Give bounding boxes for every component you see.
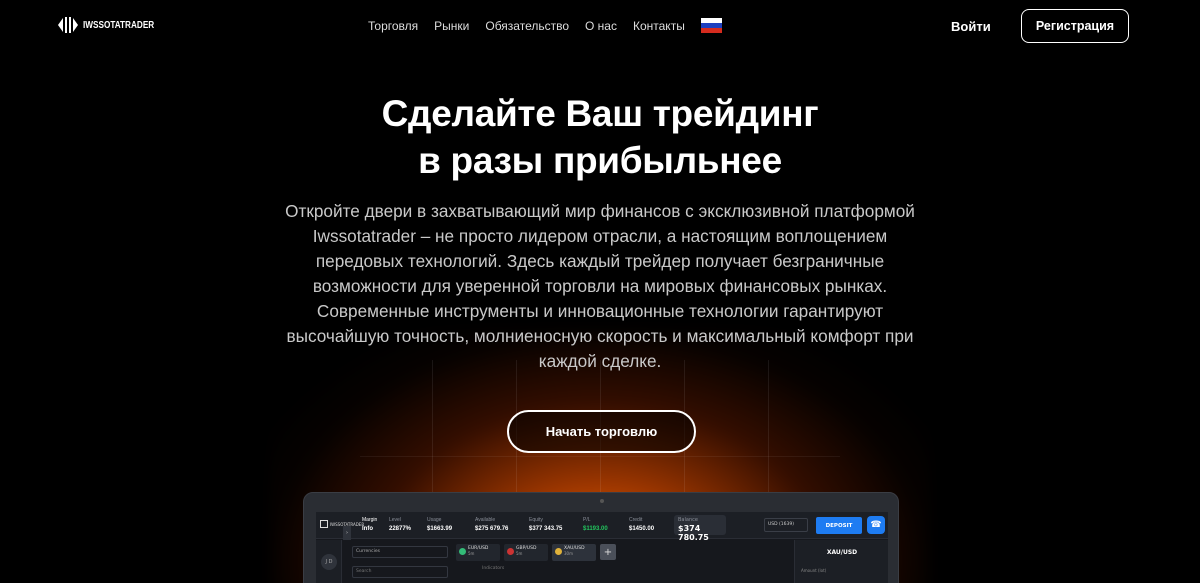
deposit-button[interactable]: DEPOSIT (816, 517, 862, 534)
headset-icon[interactable]: ☎ (867, 516, 885, 534)
platform-screen: IWSSOTATRADER Margin Info Level 22877% Usa… (316, 512, 888, 583)
chart-toolbar: Indicators (456, 566, 796, 576)
login-link[interactable]: Войти (951, 19, 991, 34)
tab-timeframe: 30m (564, 551, 573, 556)
hero-description: Откройте двери в захватывающий мир финан… (285, 201, 915, 371)
instrument-panel: Currencies Search (352, 546, 448, 583)
register-button[interactable]: Регистрация (1021, 9, 1129, 43)
stat-pl: P/L $1193.00 (583, 517, 608, 532)
hero-title-line1: Сделайте Ваш трейдинг (381, 93, 819, 134)
laptop-mockup: IWSSOTATRADER Margin Info Level 22877% Usa… (303, 492, 899, 583)
platform-sidebar: J D (316, 540, 342, 583)
amount-label: Amount (lot) (801, 568, 827, 573)
chart-tabs: EUR/USD 5m GBP/USD 5m XAU/USD 30m + (456, 544, 616, 561)
stat-label: Credit (629, 517, 643, 523)
instrument-search-input[interactable]: Search (352, 566, 448, 578)
site-header: IWSSOTATRADER Торговля Рынки Обязательст… (0, 0, 1200, 54)
stat-level: Level 22877% (389, 517, 411, 532)
camera-dot (600, 499, 604, 503)
balance-label: Balance (678, 517, 698, 523)
currency-flag-icon (459, 548, 466, 555)
nav-trading[interactable]: Торговля (368, 19, 418, 33)
nav-markets[interactable]: Рынки (434, 19, 469, 33)
balance-value: $374 780.75 (678, 524, 709, 542)
stat-credit: Credit $1450.00 (629, 517, 654, 532)
nav-about[interactable]: О нас (585, 19, 617, 33)
add-tab-button[interactable]: + (600, 544, 616, 560)
stat-value: 22877% (389, 526, 412, 532)
stat-value: $1663.99 (427, 526, 453, 532)
stat-label: Available (475, 517, 496, 523)
stat-value: $275 679.76 (475, 526, 509, 532)
logo[interactable]: IWSSOTATRADER (57, 14, 170, 36)
stat-label: Margin (362, 517, 378, 523)
gold-icon (555, 548, 562, 555)
stat-margin: Margin Info (362, 517, 377, 532)
hero-title-line2: в разы прибыльнее (418, 140, 782, 181)
stat-value: $1193.00 (583, 526, 608, 532)
stat-equity: Equity $377 343.75 (529, 517, 562, 532)
account-select[interactable]: USD (1639) (764, 518, 808, 532)
platform-logo-icon (320, 520, 328, 528)
russia-flag-icon[interactable] (700, 18, 722, 33)
tab-timeframe: 5m (516, 551, 523, 556)
nav-contacts[interactable]: Контакты (633, 19, 685, 33)
order-symbol: XAU/USD (826, 549, 858, 556)
indicators-button[interactable]: Indicators (482, 566, 504, 571)
start-trading-button[interactable]: Начать торговлю (507, 410, 696, 453)
stat-value: $1450.00 (629, 526, 655, 532)
stat-label: Usage (427, 517, 442, 523)
stat-available: Available $275 679.76 (475, 517, 508, 532)
currencies-select[interactable]: Currencies (352, 546, 448, 558)
logo-icon (58, 17, 78, 33)
tab-gbpusd[interactable]: GBP/USD 5m (504, 544, 548, 561)
chevron-right-icon[interactable]: › (343, 526, 351, 540)
main-nav: Торговля Рынки Обязательство О нас Конта… (368, 18, 722, 33)
stat-label: Equity (529, 517, 543, 523)
stat-usage: Usage $1663.99 (427, 517, 452, 532)
order-panel: XAU/USD Amount (lot) (794, 540, 888, 583)
tab-xauusd[interactable]: XAU/USD 30m (552, 544, 596, 561)
avatar[interactable]: J D (321, 554, 337, 570)
hero-title: Сделайте Ваш трейдинг в разы прибыльнее (0, 90, 1200, 184)
grid-line (360, 456, 840, 457)
balance-box: Balance $374 780.75 (674, 515, 726, 542)
currency-flag-icon (507, 548, 514, 555)
tab-timeframe: 5m (468, 551, 475, 556)
platform-topbar: IWSSOTATRADER Margin Info Level 22877% Usa… (316, 512, 888, 542)
tab-eurusd[interactable]: EUR/USD 5m (456, 544, 500, 561)
nav-commitment[interactable]: Обязательство (485, 19, 569, 33)
stat-value: $377 343.75 (529, 526, 563, 532)
logo-text: IWSSOTATRADER (83, 19, 155, 31)
stat-label: Level (389, 517, 401, 523)
stat-value: Info (362, 526, 373, 532)
stat-label: P/L (583, 517, 591, 523)
